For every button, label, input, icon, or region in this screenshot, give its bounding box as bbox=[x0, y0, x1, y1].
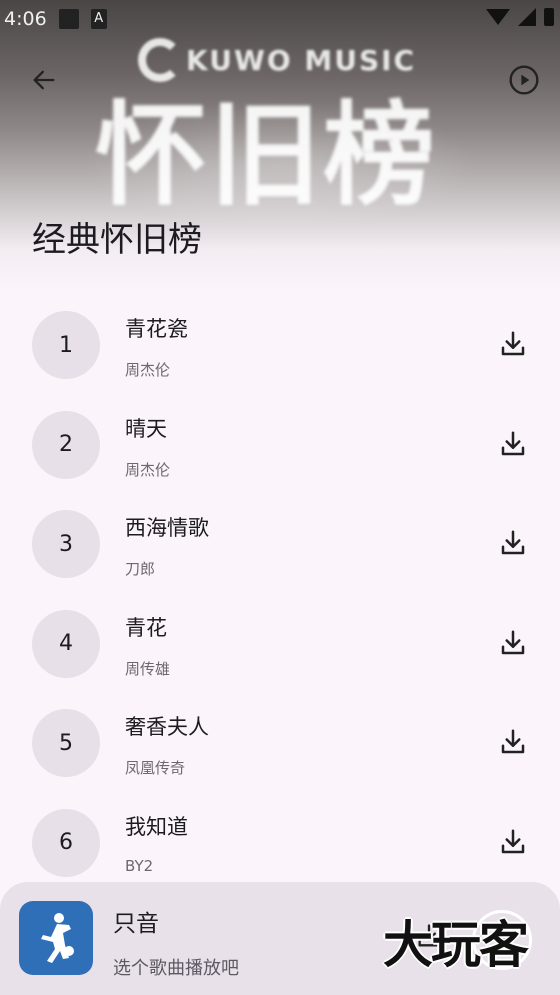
song-artist: 周杰伦 bbox=[125, 460, 171, 479]
download-icon[interactable] bbox=[498, 827, 528, 857]
song-artist: 周传雄 bbox=[125, 659, 171, 678]
download-icon[interactable] bbox=[498, 329, 528, 359]
song-row[interactable]: 6 我知道 BY2 bbox=[0, 793, 560, 893]
watermark-logo: 大玩客 bbox=[383, 916, 529, 974]
album-cover[interactable] bbox=[19, 901, 93, 975]
download-icon[interactable] bbox=[498, 429, 528, 459]
player-subtitle: 选个歌曲播放吧 bbox=[113, 958, 239, 979]
brand-logo: KUWO MUSIC bbox=[138, 38, 416, 82]
page-title: 经典怀旧榜 bbox=[32, 220, 202, 260]
song-row[interactable]: 2 晴天 周杰伦 bbox=[0, 395, 560, 495]
brand-text: KUWO MUSIC bbox=[186, 43, 417, 77]
song-row[interactable]: 3 西海情歌 刀郎 bbox=[0, 494, 560, 594]
song-row[interactable]: 4 青花 周传雄 bbox=[0, 594, 560, 694]
battery-icon bbox=[544, 8, 554, 26]
song-title: 青花瓷 bbox=[125, 317, 188, 341]
status-bar: 4:06 A bbox=[0, 0, 560, 38]
rank-badge: 4 bbox=[32, 609, 100, 678]
signal-icon bbox=[518, 8, 536, 26]
wifi-icon bbox=[486, 9, 510, 25]
song-title: 西海情歌 bbox=[125, 516, 209, 540]
basketball-player-icon bbox=[41, 913, 74, 963]
song-artist: BY2 bbox=[125, 856, 154, 875]
rank-badge: 5 bbox=[32, 709, 100, 777]
back-button[interactable] bbox=[24, 60, 64, 100]
song-artist: 周杰伦 bbox=[125, 361, 171, 379]
notification-icon bbox=[58, 9, 79, 29]
rank-badge: 6 bbox=[32, 808, 100, 877]
status-time: 4:06 bbox=[4, 8, 47, 30]
song-artist: 凤凰传奇 bbox=[125, 759, 186, 777]
song-artist: 刀郎 bbox=[125, 560, 156, 578]
song-title: 奢香夫人 bbox=[125, 715, 209, 739]
song-row[interactable]: 5 奢香夫人 凤凰传奇 bbox=[0, 693, 560, 793]
app-notification-icon: A bbox=[90, 9, 107, 29]
rank-badge: 3 bbox=[32, 510, 100, 578]
song-row[interactable]: 1 青花瓷 周杰伦 bbox=[0, 295, 560, 395]
rank-badge: 2 bbox=[32, 410, 100, 479]
play-all-button[interactable] bbox=[506, 62, 542, 98]
song-title: 晴天 bbox=[125, 416, 167, 441]
back-arrow-icon bbox=[33, 70, 55, 90]
play-circle-icon bbox=[509, 65, 539, 95]
screen: KUWO MUSIC 怀旧榜 4:06 A 经典怀旧榜 1 青花瓷 周杰伦 2 … bbox=[0, 0, 560, 995]
song-title: 我知道 bbox=[125, 814, 188, 839]
kuwo-logo-icon bbox=[138, 38, 182, 82]
download-icon[interactable] bbox=[498, 528, 528, 558]
player-title: 只音 bbox=[113, 911, 159, 937]
rank-badge: 1 bbox=[32, 311, 100, 379]
song-list: 1 青花瓷 周杰伦 2 晴天 周杰伦 3 西海情歌 刀郎 4 青花 周传雄 5 … bbox=[0, 295, 560, 892]
download-icon[interactable] bbox=[498, 727, 528, 757]
download-icon[interactable] bbox=[498, 628, 528, 658]
status-icons bbox=[486, 8, 554, 26]
song-title: 青花 bbox=[125, 615, 167, 640]
banner-art-text: 怀旧榜 bbox=[95, 91, 437, 221]
